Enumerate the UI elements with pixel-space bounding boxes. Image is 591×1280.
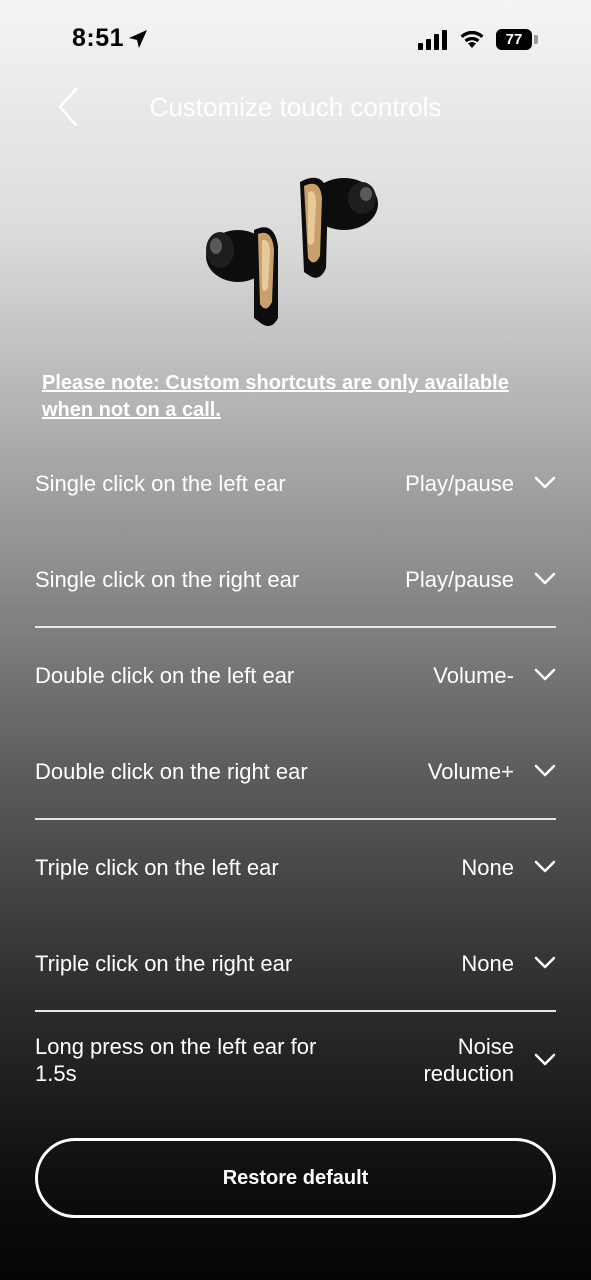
control-row-triple-left[interactable]: Triple click on the left ear None [35,819,556,915]
battery-icon: 77 [496,29,532,50]
battery-cap [534,35,538,44]
chevron-down-icon[interactable] [534,953,556,973]
chevron-down-icon[interactable] [534,857,556,877]
status-bar: 8:51 77 [0,0,591,80]
control-value: Play/pause [405,566,514,592]
chevron-down-icon[interactable] [534,665,556,685]
page-title: Customize touch controls [149,92,442,122]
control-label: Triple click on the left ear [35,854,279,880]
cellular-signal-icon [418,30,447,50]
control-row-single-left[interactable]: Single click on the left ear Play/pause [35,435,556,531]
battery-percent: 77 [505,31,523,48]
chevron-down-icon[interactable] [534,1050,556,1070]
status-time: 8:51 [72,24,125,52]
control-row-double-right[interactable]: Double click on the right ear Volume+ [35,723,556,819]
wifi-icon [460,30,484,48]
control-label: Double click on the right ear [35,758,308,784]
control-value: None [461,854,514,880]
control-label: Long press on the left ear for 1.5s [35,1034,317,1086]
chevron-down-icon[interactable] [534,473,556,493]
restore-default-button[interactable]: Restore default [35,1138,556,1218]
control-label: Double click on the left ear [35,662,295,688]
chevron-down-icon[interactable] [534,761,556,781]
control-row-triple-right[interactable]: Triple click on the right ear None [35,915,556,1011]
control-value: Volume- [433,662,514,688]
earbuds-image [206,177,378,326]
control-label: Single click on the right ear [35,566,300,592]
control-row-double-left[interactable]: Double click on the left ear Volume- [35,627,556,723]
control-value: Play/pause [405,470,514,496]
control-value: Volume+ [427,758,514,784]
control-value: Noise reduction [423,1034,514,1086]
location-arrow-icon [129,30,147,48]
control-value: None [461,950,514,976]
control-label: Single click on the left ear [35,470,286,496]
chevron-down-icon[interactable] [534,569,556,589]
control-label: Triple click on the right ear [35,950,293,976]
control-row-long-press-left[interactable]: Long press on the left ear for 1.5s Nois… [35,1012,556,1108]
call-note: Please note: Custom shortcuts are only a… [42,372,509,421]
control-row-single-right[interactable]: Single click on the right ear Play/pause [35,531,556,627]
